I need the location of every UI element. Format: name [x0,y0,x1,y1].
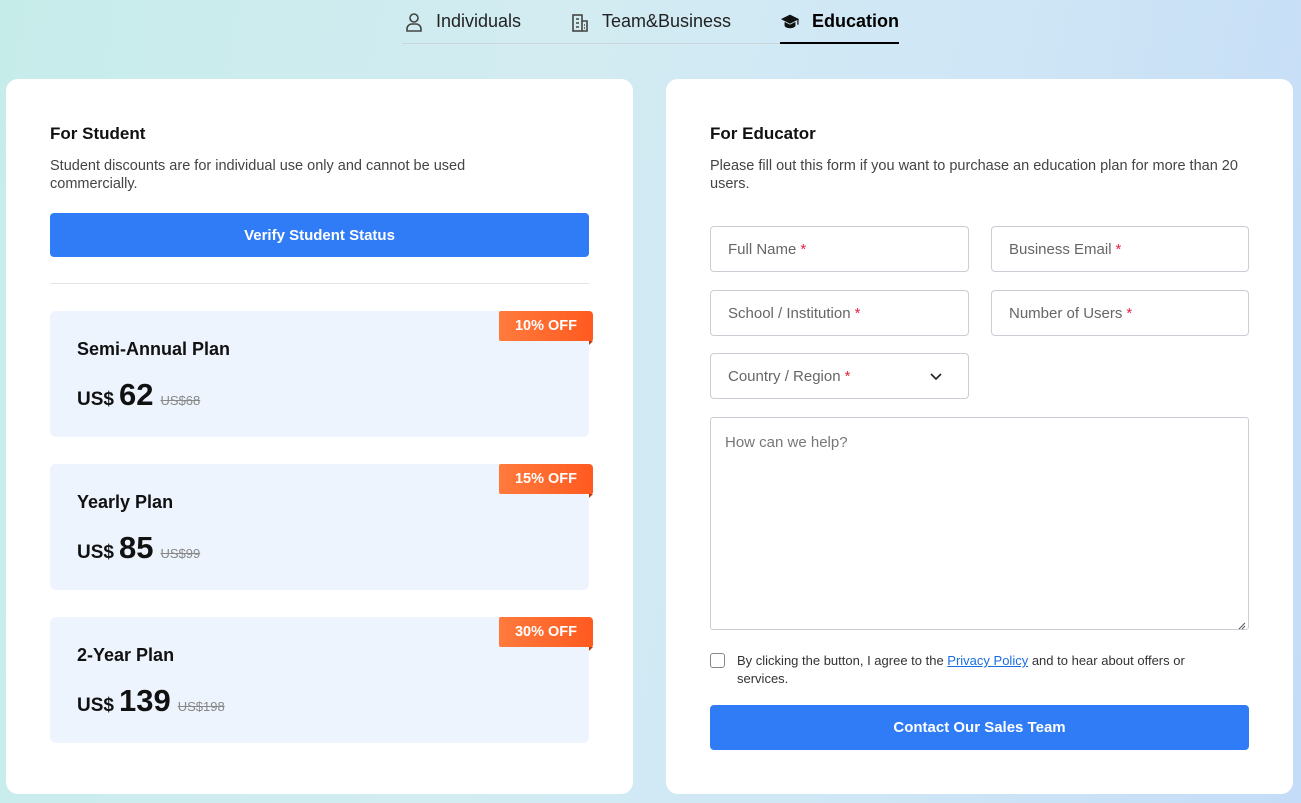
field-placeholder: Full Name [728,240,797,258]
plan-name: Semi-Annual Plan [77,339,231,359]
tab-label: Education [812,10,900,31]
plan-price: US$ 85 US$99 [77,530,200,566]
person-icon [404,12,424,32]
educator-title: For Educator [710,124,816,143]
tab-label: Team&Business [602,11,732,31]
plan-name: 2-Year Plan [77,645,175,665]
plan-name: Yearly Plan [77,492,174,512]
plan-card-yearly[interactable]: Yearly Plan US$ 85 US$99 15% OFF [50,464,593,590]
student-card: For Student Student discounts are for in… [6,79,633,794]
graduation-cap-icon [780,11,800,31]
chevron-down-icon [928,368,944,384]
resize-handle-icon[interactable] [1236,617,1246,630]
price-currency: US$ [77,542,114,563]
contact-sales-button[interactable]: Contact Our Sales Team [710,705,1249,750]
consent-checkbox[interactable] [710,653,725,668]
field-placeholder: School / Institution [728,304,851,322]
help-textarea[interactable]: How can we help? [710,417,1249,630]
field-placeholder: Country / Region [728,367,841,385]
price-currency: US$ [77,389,114,410]
required-mark: * [854,304,861,322]
price-currency: US$ [77,695,114,716]
discount-badge: 15% OFF [499,464,593,498]
building-icon [570,12,590,32]
required-mark: * [1115,240,1122,258]
country-region-select[interactable]: Country / Region * [710,353,969,399]
original-price: US$198 [177,699,225,714]
number-of-users-field[interactable]: Number of Users * [991,290,1249,336]
consent-text-start: By clicking the button, I agree to the [737,653,948,668]
student-title: For Student [50,124,146,143]
educator-description: Please fill out this form if you want to… [710,158,1238,192]
plan-tabs: Individuals Team&Business Education [402,0,900,44]
full-name-field[interactable]: Full Name * [710,226,969,272]
tab-education[interactable]: Education [780,0,900,44]
business-email-field[interactable]: Business Email * [991,226,1249,272]
tab-team-business[interactable]: Team&Business [570,0,731,43]
textarea-placeholder: How can we help? [725,434,848,451]
field-placeholder: Number of Users [1009,304,1123,322]
required-mark: * [1126,304,1133,322]
tab-label: Individuals [436,11,522,31]
school-institution-field[interactable]: School / Institution * [710,290,969,336]
discount-badge: 10% OFF [499,311,593,345]
original-price: US$68 [160,393,201,408]
price-amount: 85 [118,530,154,565]
privacy-policy-link[interactable]: Privacy Policy [947,653,1028,668]
educator-card: For Educator Please fill out this form i… [666,79,1293,794]
consent-row: By clicking the button, I agree to the P… [710,652,1230,688]
discount-badge: 30% OFF [499,617,593,651]
plan-price: US$ 62 US$68 [77,377,200,413]
original-price: US$99 [160,546,201,561]
price-amount: 139 [118,683,171,718]
required-mark: * [844,367,851,385]
divider [50,283,589,284]
student-description: Student discounts are for individual use… [50,158,466,192]
price-amount: 62 [118,377,154,412]
consent-text: By clicking the button, I agree to the P… [737,652,1230,688]
plan-card-2-year[interactable]: 2-Year Plan US$ 139 US$198 30% OFF [50,617,593,743]
field-placeholder: Business Email [1009,240,1112,258]
plan-card-semi-annual[interactable]: Semi-Annual Plan US$ 62 US$68 10% OFF [50,311,593,437]
plan-price: US$ 139 US$198 [77,683,225,719]
tab-individuals[interactable]: Individuals [404,0,521,43]
verify-student-button[interactable]: Verify Student Status [50,213,589,257]
required-mark: * [800,240,807,258]
